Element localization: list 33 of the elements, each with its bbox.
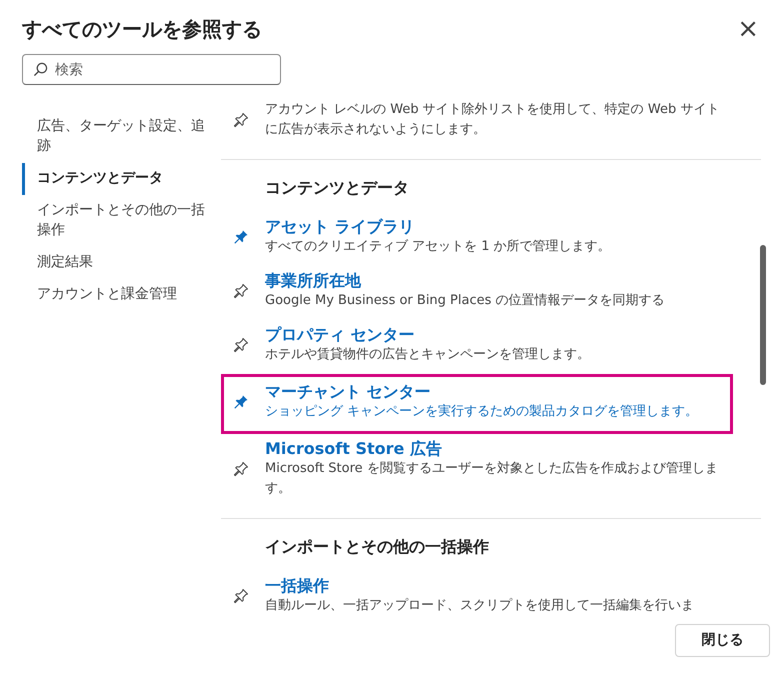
- pin-icon[interactable]: [233, 229, 249, 245]
- tool-link[interactable]: 一括操作: [265, 576, 694, 596]
- tool-description: ショッピング キャンペーンを実行するための製品カタログを管理します。: [265, 403, 698, 421]
- tool-description: ホテルや賃貸物件の広告とキャンペーンを管理します。: [265, 346, 590, 364]
- dialog-title: すべてのツールを参照する: [22, 17, 262, 41]
- section-heading: コンテンツとデータ: [265, 177, 410, 199]
- nav-item[interactable]: アカウントと課金管理: [22, 279, 214, 311]
- search-icon: [33, 62, 48, 77]
- tool-link[interactable]: アセット ライブラリ: [265, 217, 611, 237]
- search-field[interactable]: 検索: [22, 54, 281, 85]
- scrollbar-thumb[interactable]: [760, 245, 766, 385]
- section-heading: インポートとその他の一括操作: [265, 536, 490, 558]
- tool-link[interactable]: Microsoft Store 広告: [265, 439, 725, 459]
- tool-description: 自動ルール、一括アップロード、スクリプトを使用して一括編集を行いま: [265, 597, 694, 615]
- nav-item[interactable]: コンテンツとデータ: [22, 163, 214, 195]
- pin-icon[interactable]: [233, 394, 249, 410]
- pin-icon[interactable]: [233, 337, 249, 353]
- pin-icon[interactable]: [233, 112, 249, 128]
- tool-link[interactable]: 事業所所在地: [265, 271, 665, 291]
- pin-icon[interactable]: [233, 588, 249, 604]
- nav-item[interactable]: 測定結果: [22, 247, 214, 279]
- tool-description: アカウント レベルの Web サイト除外リストを使用して、特定の Web サイトに広告が表示されないようにします。: [265, 101, 720, 139]
- pin-icon[interactable]: [233, 461, 249, 477]
- pin-icon[interactable]: [233, 283, 249, 299]
- nav-item[interactable]: インポートとその他の一括操作: [22, 195, 214, 247]
- close-button[interactable]: ×: [733, 16, 763, 42]
- tool-description: Google My Business or Bing Places の位置情報データを同期する: [265, 292, 665, 310]
- tool-link[interactable]: プロパティ センター: [265, 325, 590, 345]
- tool-description: すべてのクリエイティブ アセットを 1 か所で管理します。: [265, 238, 611, 256]
- tool-link[interactable]: マーチャント センター: [265, 382, 698, 402]
- close-button[interactable]: 閉じる: [675, 624, 770, 657]
- nav-item[interactable]: 広告、ターゲット設定、追跡: [22, 111, 214, 163]
- tool-description: Microsoft Store を閲覧するユーザーを対象とした広告を作成および管理します。: [265, 460, 719, 498]
